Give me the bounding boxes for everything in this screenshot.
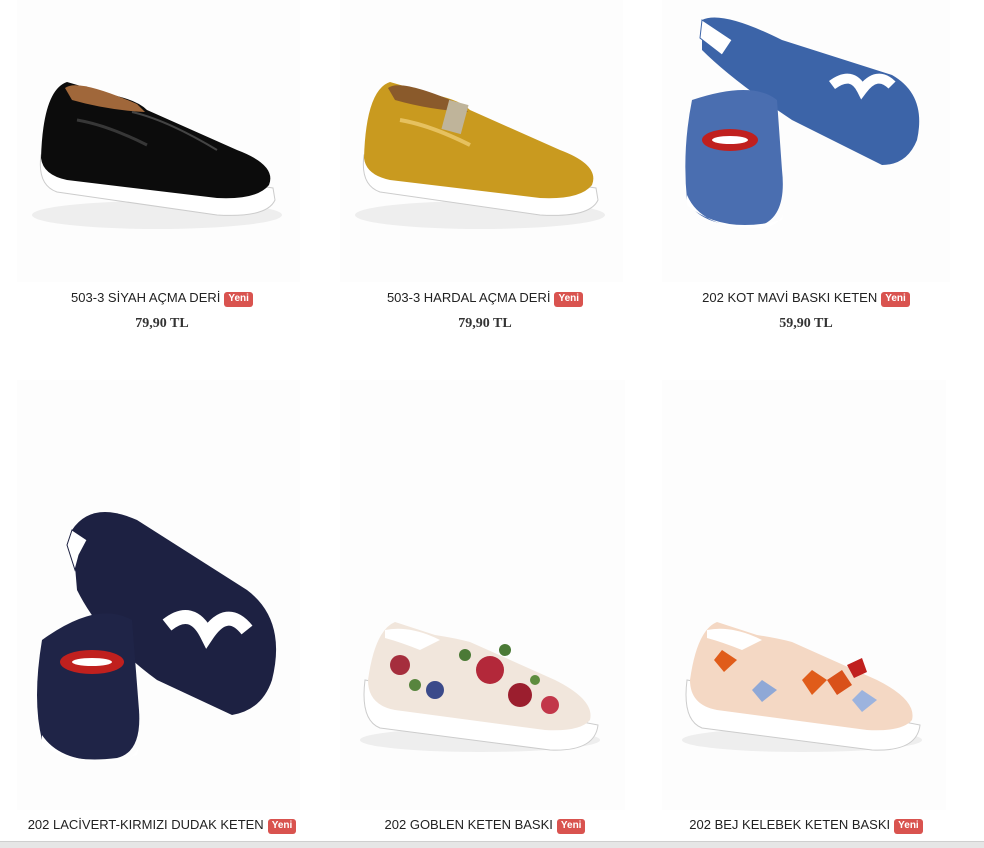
product-card[interactable]: 202 GOBLEN KETEN BASKI Yeni — [323, 380, 647, 840]
product-image[interactable] — [662, 380, 946, 810]
product-card[interactable]: 202 LACİVERT-KIRMIZI DUDAK KETEN Yeni — [0, 380, 324, 840]
product-name[interactable]: 202 LACİVERT-KIRMIZI DUDAK KETEN — [28, 817, 264, 832]
new-badge: Yeni — [556, 819, 586, 834]
product-image[interactable] — [17, 380, 300, 810]
product-image[interactable] — [340, 0, 623, 282]
product-card[interactable]: 503-3 HARDAL AÇMA DERİ Yeni 79,90 TL — [323, 0, 647, 340]
new-badge: Yeni — [881, 292, 910, 307]
product-card[interactable]: 202 KOT MAVİ BASKI KETEN Yeni 59,90 TL — [644, 0, 968, 340]
product-image[interactable] — [340, 380, 625, 810]
product-image[interactable] — [17, 0, 300, 282]
product-name[interactable]: 202 KOT MAVİ BASKI KETEN — [702, 290, 877, 305]
new-badge: Yeni — [894, 819, 923, 834]
product-name[interactable]: 202 BEJ KELEBEK KETEN BASKI — [689, 817, 890, 832]
product-card[interactable]: 503-3 SİYAH AÇMA DERİ Yeni 79,90 TL — [0, 0, 324, 340]
product-name[interactable]: 503-3 SİYAH AÇMA DERİ — [71, 290, 220, 305]
product-name[interactable]: 202 GOBLEN KETEN BASKI — [385, 817, 553, 832]
product-price: 59,90 TL — [779, 316, 833, 331]
product-price: 79,90 TL — [458, 316, 512, 331]
new-badge: Yeni — [267, 819, 297, 834]
product-price: 79,90 TL — [135, 316, 189, 331]
new-badge: Yeni — [224, 292, 253, 307]
new-badge: Yeni — [554, 292, 584, 307]
product-name[interactable]: 503-3 HARDAL AÇMA DERİ — [387, 290, 551, 305]
product-image[interactable] — [662, 0, 950, 282]
product-card[interactable]: 202 BEJ KELEBEK KETEN BASKI Yeni — [644, 380, 968, 840]
